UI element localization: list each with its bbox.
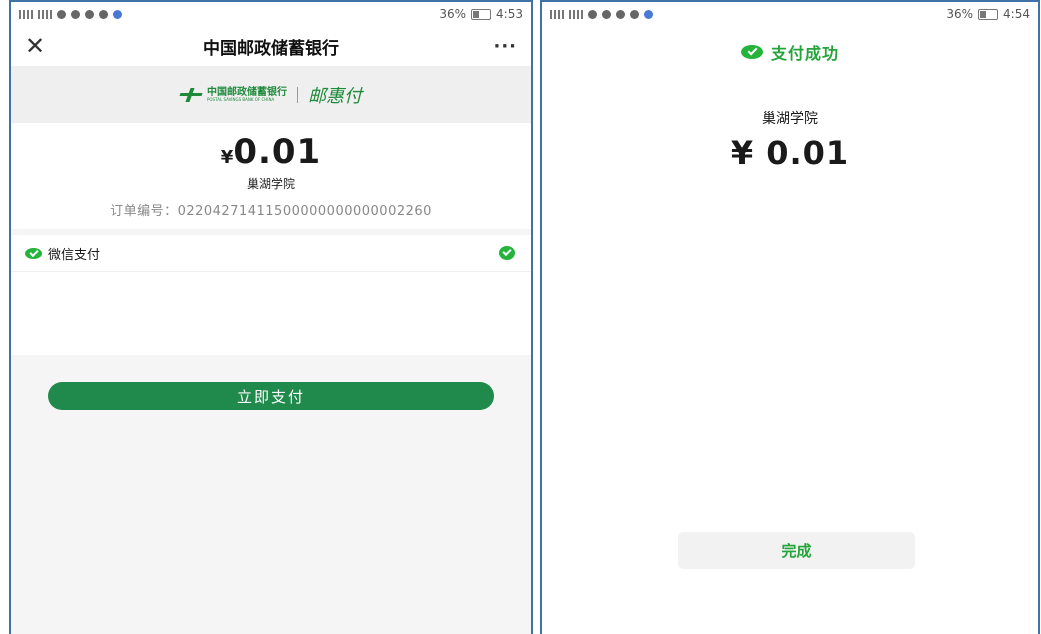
- wifi-icon: [588, 9, 597, 19]
- payment-amount: 0.01: [233, 132, 322, 172]
- wechat-pay-icon: [25, 247, 42, 259]
- amount-row: ¥0.01: [11, 123, 531, 169]
- order-number-row: 订单编号：02204271411500000000000002260: [11, 200, 531, 219]
- message-icon: [630, 9, 639, 19]
- amount-row: ¥ 0.01: [542, 134, 1038, 172]
- status-right: 36% 4:54: [946, 7, 1030, 21]
- wifi-icon: [57, 9, 66, 19]
- battery-icon: [471, 8, 492, 20]
- browser-icon: [113, 9, 122, 19]
- merchant-name: 巢湖学院: [246, 177, 295, 191]
- success-header: 支付成功: [542, 32, 1038, 72]
- page-title: 中国邮政储蓄银行: [203, 38, 339, 59]
- payment-success-screen: 36% 4:54 支付成功 巢湖学院 ¥ 0.01 完成: [540, 0, 1040, 634]
- status-right: 36% 4:53: [439, 7, 523, 21]
- service-logo: 邮惠付: [308, 85, 362, 107]
- payment-amount: 0.01: [766, 134, 850, 172]
- signal-icon-2: [569, 9, 583, 19]
- selected-check-icon[interactable]: [499, 246, 515, 260]
- bank-name-en: POSTAL SAVINGS BANK OF CHINA: [207, 96, 275, 102]
- psbc-logo-text: 中国邮政储蓄银行 POSTAL SAVINGS BANK OF CHINA: [207, 86, 287, 102]
- signal-icon-2: [38, 9, 52, 19]
- merchant-name: 巢湖学院: [762, 111, 818, 127]
- currency-symbol: ¥: [220, 147, 234, 168]
- battery-percent: 36%: [439, 7, 467, 21]
- pay-now-button[interactable]: 立即支付: [48, 382, 494, 410]
- notification-icon: [602, 9, 611, 19]
- status-icons: [550, 9, 653, 19]
- signal-icon: [19, 9, 33, 19]
- wechat-pay-icon: [740, 45, 763, 59]
- currency-symbol: ¥: [730, 134, 755, 172]
- payment-method-label: 微信支付: [48, 247, 101, 263]
- payment-method-label-wrap: 微信支付: [25, 244, 100, 263]
- done-button[interactable]: 完成: [678, 532, 915, 569]
- message-icon: [99, 9, 108, 19]
- payment-summary: ¥0.01 巢湖学院 订单编号：022042714115000000000000…: [11, 123, 531, 229]
- psbc-logo: 中国邮政储蓄银行 POSTAL SAVINGS BANK OF CHINA: [180, 86, 287, 102]
- payment-method-wechat[interactable]: 微信支付: [11, 235, 531, 272]
- browser-icon: [644, 9, 653, 19]
- battery-percent: 36%: [946, 7, 974, 21]
- app-icon: [616, 9, 625, 19]
- order-number: 02204271411500000000000002260: [177, 204, 432, 219]
- psbc-logo-icon: [180, 88, 202, 102]
- bank-name-cn: 中国邮政储蓄银行: [207, 86, 287, 98]
- payment-screen: 36% 4:53 ✕ 中国邮政储蓄银行 ··· 中国邮政储蓄银行 POSTAL …: [9, 0, 533, 634]
- notification-icon: [71, 9, 80, 19]
- clock: 4:53: [496, 7, 523, 21]
- app-icon: [85, 9, 94, 19]
- status-icons: [19, 9, 122, 19]
- more-icon[interactable]: ···: [487, 36, 517, 57]
- status-bar: 36% 4:54: [542, 2, 1038, 26]
- close-icon[interactable]: ✕: [25, 34, 55, 58]
- order-label: 订单编号：: [110, 204, 178, 219]
- banner-divider: [297, 86, 298, 103]
- nav-bar: ✕ 中国邮政储蓄银行 ···: [11, 26, 531, 66]
- success-text: 支付成功: [770, 44, 839, 63]
- status-bar: 36% 4:53: [11, 2, 531, 26]
- method-list-spacer: [11, 272, 531, 355]
- signal-icon: [550, 9, 564, 19]
- clock: 4:54: [1003, 7, 1030, 21]
- bank-banner: 中国邮政储蓄银行 POSTAL SAVINGS BANK OF CHINA 邮惠…: [11, 66, 531, 123]
- battery-icon: [978, 8, 999, 20]
